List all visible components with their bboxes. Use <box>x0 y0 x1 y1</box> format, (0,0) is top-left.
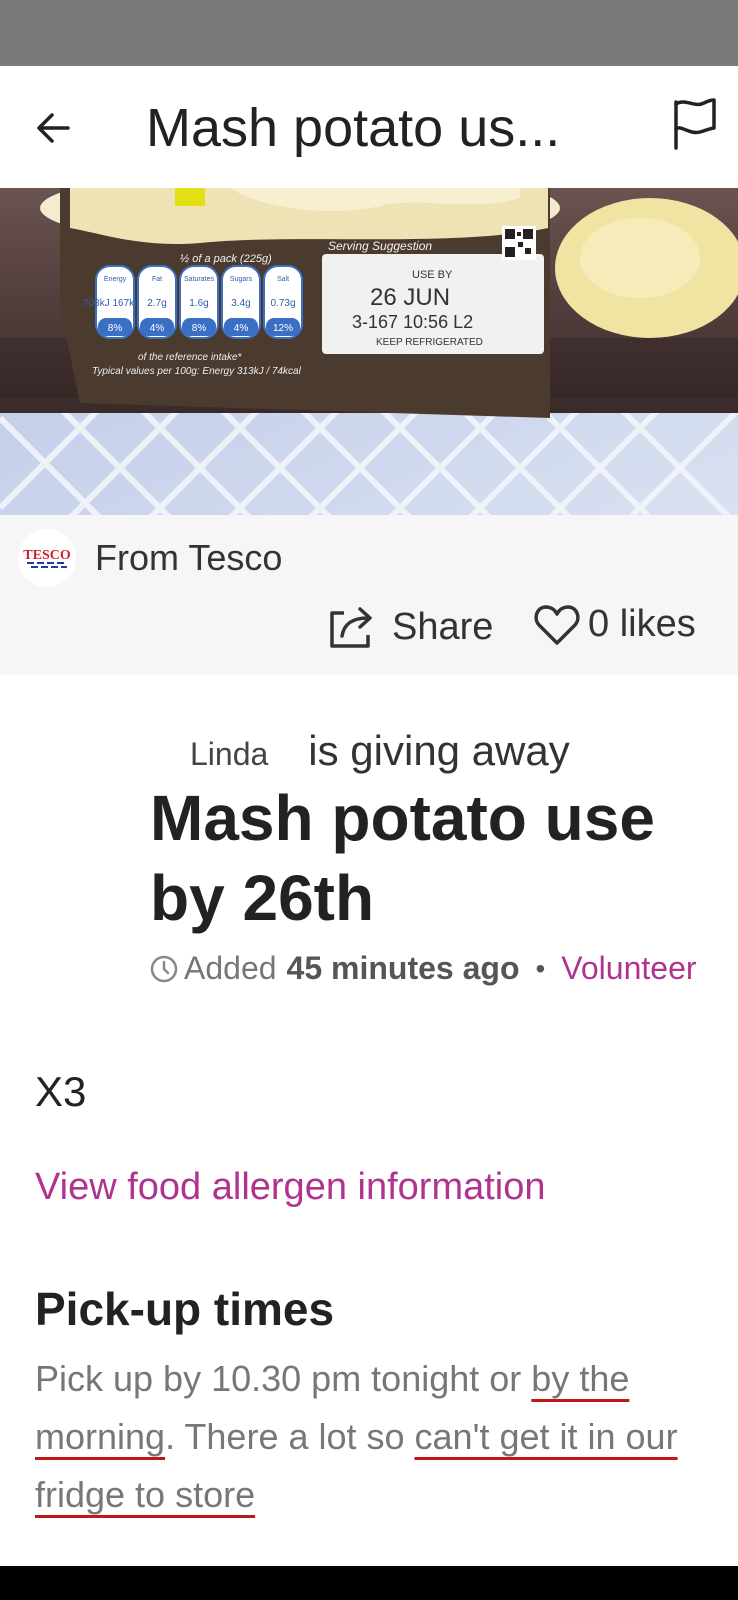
use-by-text: USE BY <box>412 269 453 281</box>
share-label: Share <box>392 605 494 648</box>
added-label: Added <box>184 950 277 986</box>
back-button[interactable] <box>22 96 86 160</box>
app-bar: Mash potato us... <box>0 66 738 188</box>
giver-row: Linda is giving away <box>190 727 570 775</box>
share-button[interactable]: Share <box>328 605 493 649</box>
store-section: TESCO From Tesco Share 0 likes <box>0 515 738 675</box>
nutrition-labels: Energy703kJ 167kcal8%Fat2.7g4%Saturates1… <box>83 265 303 339</box>
pickup-heading: Pick-up times <box>35 1283 335 1335</box>
added-time: 45 minutes ago <box>286 950 520 986</box>
nutrition-amount: 2.7g <box>147 298 166 309</box>
heart-icon <box>534 604 580 645</box>
nutrition-percent: 12% <box>273 323 293 334</box>
ref-intake-text: of the reference intake* <box>138 352 243 363</box>
nutrition-name: Fat <box>152 276 162 283</box>
giver-action: is giving away <box>308 727 570 774</box>
listing-photo[interactable]: ½ of a pack (225g) Energy 703kJ 167kcal 8%… <box>0 188 738 515</box>
pack-line-text: ½ of a pack (225g) <box>180 253 272 265</box>
nutrition-name: Sugars <box>230 276 253 283</box>
nutrition-chip: Salt 0.73g 12% <box>263 265 303 339</box>
tesco-logo-text: TESCO <box>23 548 71 563</box>
nutrition-percent: 4% <box>234 323 249 334</box>
pickup-text-part: Pick up by 10.30 pm tonight or <box>35 1358 532 1399</box>
giver-name[interactable]: Linda <box>190 736 268 773</box>
nutrition-amount: 0.73g <box>270 298 295 309</box>
nutrition-percent: 8% <box>108 323 123 334</box>
qr-code-icon <box>502 226 536 260</box>
meta-separator: • <box>535 952 546 984</box>
share-icon <box>330 607 372 648</box>
keep-refrigerated-text: KEEP REFRIGERATED <box>376 337 483 348</box>
clock-icon <box>150 955 178 982</box>
nutrition-chip: Saturates 1.6g 8% <box>179 265 219 339</box>
store-label: From Tesco <box>95 537 283 578</box>
listing-title: Mash potato use by 26th <box>150 782 655 934</box>
nutrition-percent: 4% <box>150 323 165 334</box>
likes-count: 0 likes <box>588 603 696 645</box>
listing-meta: Added 45 minutes ago • Volunteer <box>150 950 697 987</box>
typical-values-text: Typical values per 100g: Energy 313kJ / … <box>92 366 302 377</box>
allergen-info-link[interactable]: View food allergen information <box>35 1166 546 1209</box>
nutrition-amount: 1.6g <box>189 298 208 309</box>
flag-icon <box>674 98 716 150</box>
batch-code-text: 3-167 10:56 L2 <box>352 312 473 332</box>
serving-suggestion-text: Serving Suggestion <box>328 239 432 253</box>
navigation-bar <box>0 1566 738 1600</box>
store-logo: TESCO <box>18 529 76 587</box>
pickup-text: Pick up by 10.30 pm tonight or by the mo… <box>35 1350 715 1524</box>
use-by-date-text: 26 JUN <box>370 284 450 311</box>
report-button[interactable] <box>662 92 726 156</box>
nutrition-name: Salt <box>277 276 289 283</box>
page-title: Mash potato us... <box>146 98 561 158</box>
nutrition-name: Saturates <box>184 276 214 283</box>
nutrition-name: Energy <box>104 276 127 283</box>
like-button[interactable]: 0 likes <box>534 603 696 646</box>
nutrition-chip: Sugars 3.4g 4% <box>221 265 261 339</box>
nutrition-amount: 3.4g <box>231 298 250 309</box>
arrow-left-icon <box>37 113 70 143</box>
description-text: X3 <box>35 1068 87 1115</box>
pickup-text-part: . There a lot so <box>165 1416 415 1457</box>
nutrition-percent: 8% <box>192 323 207 334</box>
volunteer-badge[interactable]: Volunteer <box>561 950 696 987</box>
status-bar <box>0 0 738 66</box>
nutrition-chip: Fat 2.7g 4% <box>137 265 177 339</box>
